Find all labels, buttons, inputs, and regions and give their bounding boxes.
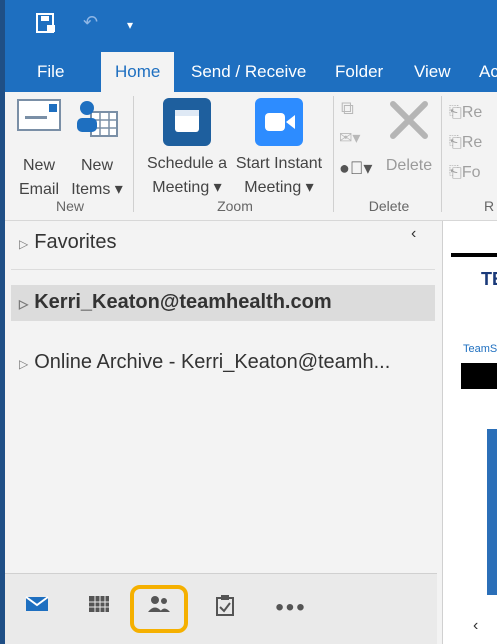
reply-all-label: Re <box>461 134 483 151</box>
redacted-block <box>461 363 497 389</box>
calendar-icon <box>163 98 211 146</box>
divider <box>11 269 435 270</box>
forward-label: Fo <box>461 164 481 181</box>
scroll-left-icon[interactable]: ‹ <box>473 617 478 635</box>
respond-group: ⎗Re ⎗Re ⎗Fo <box>449 98 482 188</box>
video-camera-icon <box>255 98 303 146</box>
new-items-icon <box>77 101 118 137</box>
divider <box>133 96 134 212</box>
tab-view[interactable]: View <box>414 52 451 92</box>
new-items-label-1: New <box>80 157 113 174</box>
folder-pane: ‹ ▷ Favorites ▷ Kerri_Keaton@teamhealth.co… <box>5 221 437 573</box>
schedule-meeting-button[interactable]: Schedule a Meeting ▾ <box>139 98 235 200</box>
ignore-icon[interactable]: ⧉ <box>341 98 354 119</box>
favorites-label: Favorites <box>34 231 117 253</box>
reply-button[interactable]: ⎗Re <box>449 98 482 128</box>
ribbon-tabs: File Home Send / Receive Folder View Ac <box>5 52 497 92</box>
tab-more[interactable]: Ac <box>479 52 497 92</box>
ribbon: New Email New Items ▾ New Schedule a Mee… <box>5 92 497 221</box>
delete-button[interactable]: Delete <box>381 98 437 178</box>
tasks-icon[interactable] <box>211 594 239 622</box>
tab-home[interactable]: Home <box>101 52 175 92</box>
schedule-label-1: Schedule a <box>146 155 228 172</box>
reply-all-icon: ⎗ <box>449 134 462 151</box>
expand-triangle-icon: ▷ <box>19 297 29 311</box>
customize-toolbar-icon[interactable]: ▾ <box>127 18 133 32</box>
start-instant-meeting-button[interactable]: Start Instant Meeting ▾ <box>231 98 327 200</box>
schedule-label-2: Meeting ▾ <box>152 179 222 196</box>
brand-text: TE <box>481 269 497 289</box>
group-delete-label: Delete <box>368 198 410 214</box>
reply-label: Re <box>461 104 483 121</box>
calendar-nav-icon[interactable] <box>85 594 113 622</box>
group-zoom-label: Zoom <box>217 198 253 214</box>
folder-online-archive[interactable]: ▷ Online Archive - Kerri_Keaton@teamh... <box>19 351 390 374</box>
divider <box>451 253 497 257</box>
expand-triangle-icon: ▷ <box>19 357 29 371</box>
account-label: Kerri_Keaton@teamhealth.com <box>34 291 332 313</box>
forward-icon: ⎗ <box>449 164 462 181</box>
archive-label: Online Archive - Kerri_Keaton@teamh... <box>34 351 391 373</box>
title-bar: ↶ ▾ <box>5 0 497 52</box>
clean-up-icon[interactable]: ✉▾ <box>339 128 360 148</box>
new-email-label-1: New <box>22 157 55 174</box>
undo-icon[interactable]: ↶ <box>83 12 98 33</box>
mail-icon[interactable] <box>23 594 51 622</box>
divider <box>333 96 334 212</box>
outlook-window: ↶ ▾ File Home Send / Receive Folder View… <box>5 0 497 644</box>
folder-favorites[interactable]: ▷ Favorites <box>19 231 116 254</box>
tab-file[interactable]: File <box>37 52 64 92</box>
new-email-button[interactable]: New Email <box>13 98 65 202</box>
start-instant-label-2: Meeting ▾ <box>244 179 314 196</box>
collapse-pane-icon[interactable]: ‹ <box>411 225 416 243</box>
divider <box>441 96 442 212</box>
group-respond-label: R <box>483 198 495 214</box>
save-icon[interactable] <box>35 12 57 39</box>
tab-send-receive[interactable]: Send / Receive <box>191 52 306 92</box>
start-instant-label-1: Start Instant <box>235 155 323 172</box>
people-highlight-box <box>130 585 188 633</box>
reading-pane: TE TeamS ‹ <box>442 221 497 644</box>
more-options-icon[interactable]: ••• <box>271 594 311 622</box>
junk-icon[interactable]: ●⃠▾ <box>339 158 372 179</box>
delete-x-icon <box>390 101 428 139</box>
image-strip <box>487 429 497 595</box>
reply-icon: ⎗ <box>449 104 462 121</box>
group-new-label: New <box>55 198 84 214</box>
reply-all-button[interactable]: ⎗Re <box>449 128 482 158</box>
new-items-button[interactable]: New Items ▾ <box>67 98 127 202</box>
expand-triangle-icon: ▷ <box>19 237 29 251</box>
delete-label: Delete <box>385 157 433 174</box>
sender-text: TeamS <box>463 343 497 355</box>
forward-button[interactable]: ⎗Fo <box>449 158 482 188</box>
folder-account[interactable]: ▷ Kerri_Keaton@teamhealth.com <box>19 291 332 314</box>
tab-folder[interactable]: Folder <box>335 52 383 92</box>
envelope-icon <box>17 99 61 131</box>
bottom-nav: ••• <box>5 573 437 644</box>
